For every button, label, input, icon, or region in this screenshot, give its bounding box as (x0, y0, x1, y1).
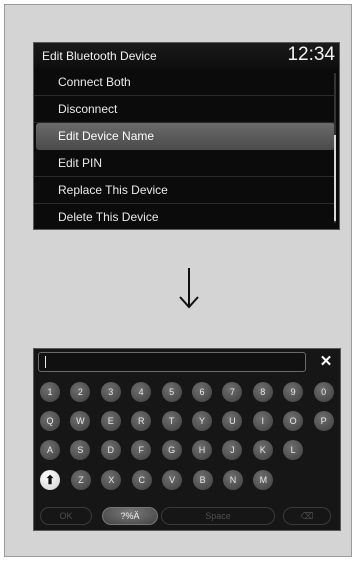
menu-item-edit-pin[interactable]: Edit PIN (34, 150, 334, 177)
menu-item-disconnect[interactable]: Disconnect (34, 96, 334, 123)
menu-item-replace-device[interactable]: Replace This Device (34, 177, 334, 204)
keyboard-screen: ✕ 1234567890 QWERTYUIOP ASDFGHJKL ZXCVBNM ⬆… (33, 348, 341, 531)
close-icon[interactable]: ✕ (313, 352, 339, 372)
key-m[interactable]: M (253, 470, 274, 490)
key-e[interactable]: E (100, 411, 121, 431)
key-l[interactable]: L (283, 440, 304, 460)
key-t[interactable]: T (161, 411, 182, 431)
key-6[interactable]: 6 (192, 382, 212, 402)
key-v[interactable]: V (162, 470, 183, 490)
key-i[interactable]: I (252, 411, 273, 431)
shift-arrow-icon[interactable]: ⬆ (40, 470, 60, 490)
clock: 12:34 (287, 44, 335, 65)
key-h[interactable]: H (192, 440, 212, 460)
key-5[interactable]: 5 (161, 382, 182, 402)
key-r[interactable]: R (131, 411, 152, 431)
key-0[interactable]: 0 (313, 382, 334, 402)
backspace-icon[interactable]: ⌫ (283, 507, 331, 525)
key-p[interactable]: P (313, 411, 334, 431)
symbols-button[interactable]: ?%Ä (102, 507, 158, 525)
key-1[interactable]: 1 (40, 382, 60, 402)
space-button[interactable]: Space (161, 507, 275, 525)
menu-list: Connect Both Disconnect Edit Device Name… (34, 69, 339, 229)
screen-title: Edit Bluetooth Device (42, 49, 157, 63)
key-7[interactable]: 7 (222, 382, 243, 402)
menu-item-delete-device[interactable]: Delete This Device (34, 204, 334, 229)
key-n[interactable]: N (223, 470, 243, 490)
key-b[interactable]: B (192, 470, 213, 490)
key-w[interactable]: W (70, 411, 91, 431)
down-arrow-icon (179, 268, 199, 309)
key-u[interactable]: U (222, 411, 243, 431)
key-g[interactable]: G (161, 440, 182, 460)
ok-button[interactable]: OK (40, 507, 92, 525)
menu-item-label: Edit PIN (58, 156, 103, 170)
key-2[interactable]: 2 (70, 382, 91, 402)
key-x[interactable]: X (101, 470, 122, 490)
key-9[interactable]: 9 (283, 382, 304, 402)
key-z[interactable]: Z (71, 470, 91, 490)
key-a[interactable]: A (40, 440, 60, 460)
bluetooth-menu-screen: Edit Bluetooth Device 12:34 Connect Both… (33, 42, 340, 230)
menu-item-label: Disconnect (58, 102, 118, 116)
key-s[interactable]: S (70, 440, 91, 460)
menu-item-label: Replace This Device (58, 183, 168, 197)
menu-item-label: Edit Device Name (58, 129, 155, 143)
menu-item-edit-device-name[interactable]: Edit Device Name (36, 123, 335, 150)
device-name-input[interactable] (38, 352, 306, 372)
key-o[interactable]: O (283, 411, 304, 431)
key-3[interactable]: 3 (100, 382, 121, 402)
text-cursor (45, 356, 46, 368)
key-c[interactable]: C (131, 470, 152, 490)
key-d[interactable]: D (100, 440, 121, 460)
screen-header: Edit Bluetooth Device 12:34 (34, 43, 339, 69)
menu-item-label: Delete This Device (58, 210, 159, 224)
key-q[interactable]: Q (40, 411, 60, 431)
menu-item-connect-both[interactable]: Connect Both (34, 69, 334, 96)
scrollbar-thumb[interactable] (334, 135, 336, 221)
key-j[interactable]: J (222, 440, 243, 460)
key-k[interactable]: K (252, 440, 273, 460)
key-y[interactable]: Y (192, 411, 212, 431)
key-8[interactable]: 8 (252, 382, 273, 402)
menu-item-label: Connect Both (58, 75, 131, 89)
figure-frame: Edit Bluetooth Device 12:34 Connect Both… (4, 4, 352, 557)
key-f[interactable]: F (131, 440, 152, 460)
key-4[interactable]: 4 (131, 382, 152, 402)
